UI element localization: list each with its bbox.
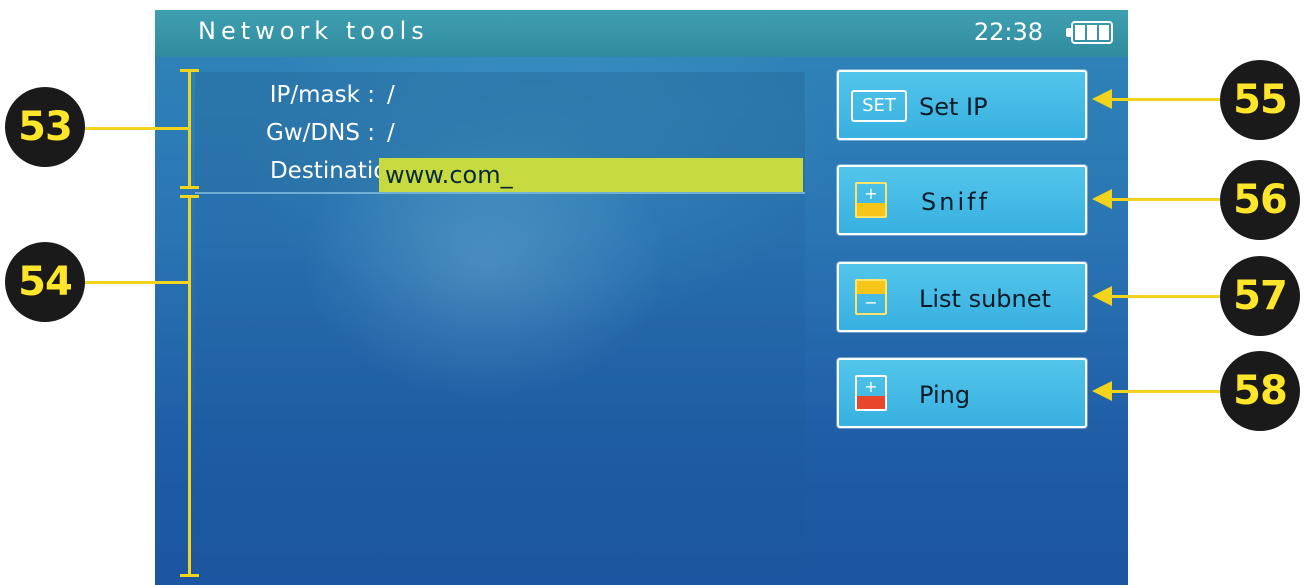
callout-53: 53 [5, 87, 85, 167]
arrow-57-head [1092, 286, 1112, 306]
arrow-57-line [1110, 295, 1238, 298]
callout-57: 57 [1220, 256, 1300, 336]
list-subnet-button[interactable]: − List subnet [837, 262, 1087, 332]
ip-mask-label: IP/mask : [269, 82, 375, 108]
plus-yellow-key-icon: + [855, 182, 887, 218]
bracket-53-top [180, 69, 199, 72]
battery-full-icon [1066, 21, 1113, 44]
ping-label: Ping [919, 381, 971, 409]
screen-title: Network tools [198, 17, 429, 45]
callout-54: 54 [5, 242, 85, 322]
bracket-54-top [180, 195, 199, 198]
bracket-54-bottom [180, 574, 199, 577]
minus-yellow-key-icon: − [855, 279, 887, 315]
leader-53 [80, 127, 188, 130]
ip-mask-value: / [387, 82, 395, 108]
arrow-56-head [1092, 189, 1112, 209]
set-ip-label: Set IP [919, 93, 988, 121]
arrow-55-line [1110, 98, 1238, 101]
arrow-58-head [1092, 381, 1112, 401]
bracket-53-line [188, 70, 191, 188]
clock: 22:38 [973, 18, 1043, 46]
bracket-54-line [188, 196, 191, 576]
arrow-58-line [1110, 390, 1238, 393]
arrow-56-line [1110, 198, 1238, 201]
leader-54 [80, 281, 188, 284]
destination-input[interactable]: www.com_ [379, 158, 803, 192]
callout-58: 58 [1220, 351, 1300, 431]
plus-red-key-icon: + [855, 375, 887, 411]
sniff-button[interactable]: + Sniff [837, 165, 1087, 235]
gw-dns-value: / [387, 120, 395, 146]
set-key-icon: SET [851, 90, 907, 122]
arrow-55-head [1092, 89, 1112, 109]
ping-button[interactable]: + Ping [837, 358, 1087, 428]
bracket-53-bottom [180, 186, 199, 189]
device-screen: Network tools 22:38 IP/mask : / Gw/DNS :… [155, 10, 1128, 585]
title-bar: Network tools 22:38 [155, 10, 1128, 57]
callout-55: 55 [1220, 60, 1300, 140]
gw-dns-label: Gw/DNS : [266, 120, 375, 146]
list-subnet-label: List subnet [919, 285, 1051, 313]
set-ip-button[interactable]: SET Set IP [837, 70, 1087, 140]
callout-56: 56 [1220, 160, 1300, 240]
sniff-label: Sniff [921, 188, 991, 216]
result-output-area [195, 194, 805, 574]
